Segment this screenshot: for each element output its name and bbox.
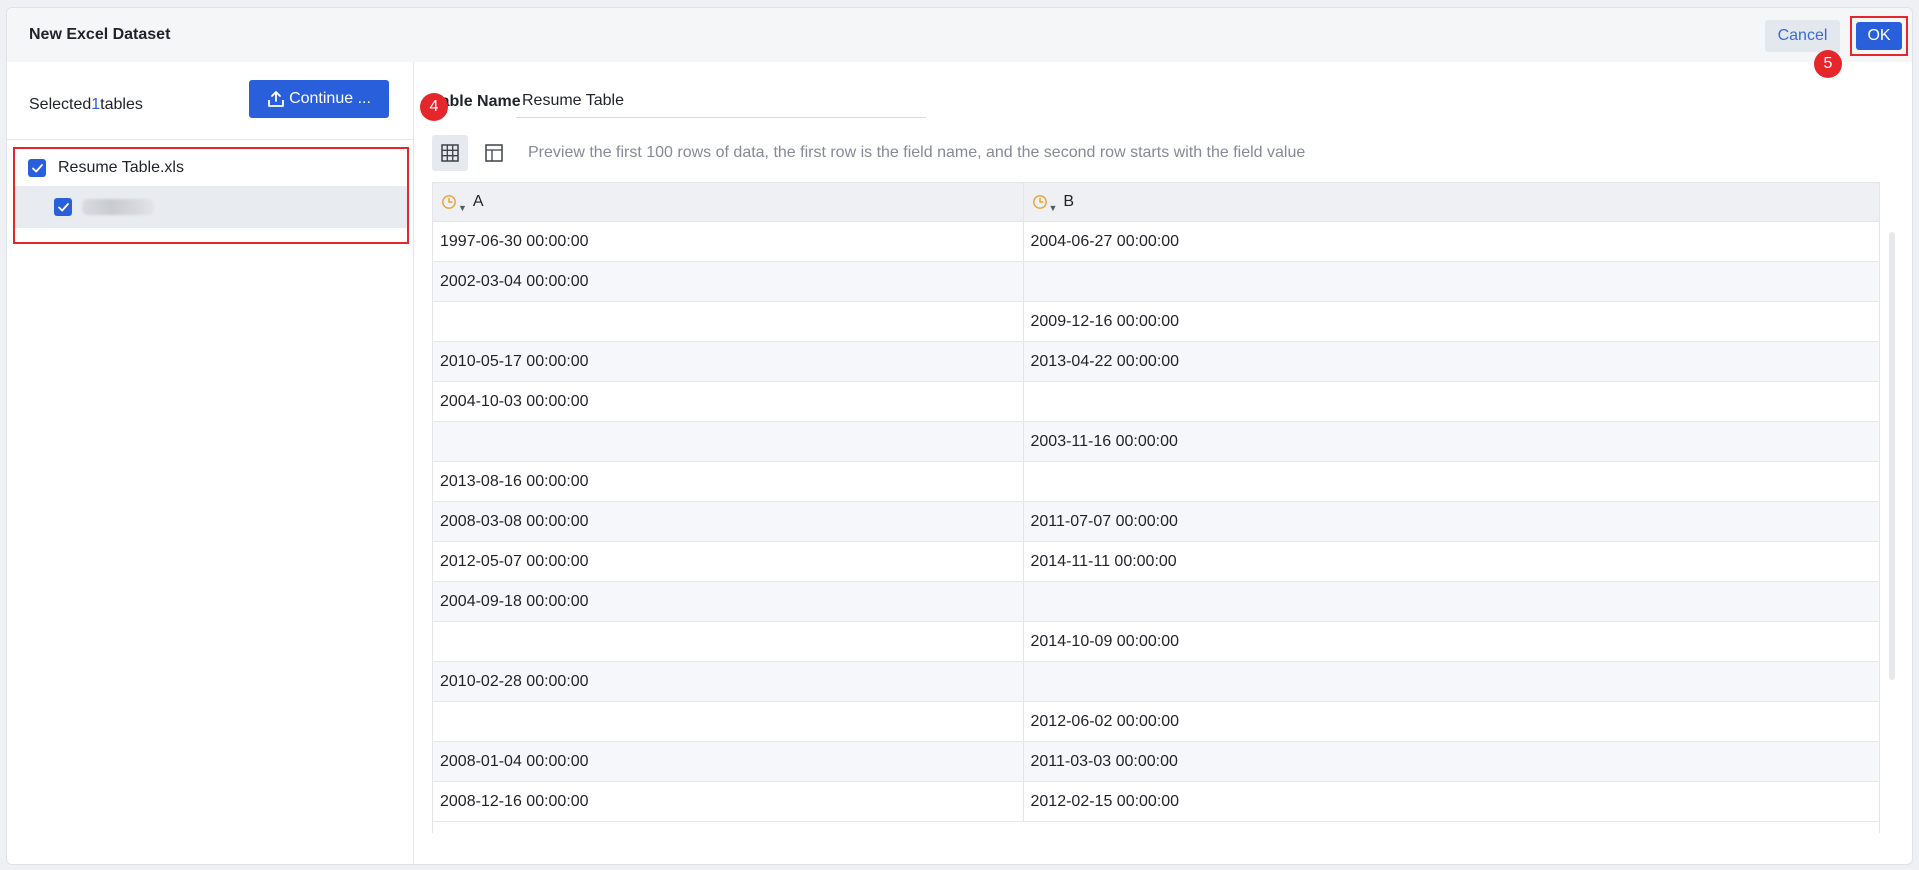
column-header-b[interactable]: ▼ B xyxy=(1023,183,1879,222)
grid-icon xyxy=(441,144,459,162)
selected-prefix: Selected xyxy=(29,96,92,113)
table-cell: 2012-06-02 00:00:00 xyxy=(1023,701,1879,742)
grid-view-button[interactable] xyxy=(432,135,468,171)
sheet-name-redacted xyxy=(82,199,154,215)
table-row: 1997-06-30 00:00:00 2004-06-27 00:00:00 xyxy=(433,221,1879,262)
column-name: A xyxy=(472,193,484,210)
table-cell: 2003-11-16 00:00:00 xyxy=(1023,421,1879,462)
table-row: 2002-03-04 00:00:00 xyxy=(433,261,1879,302)
file-tree-highlight-frame: Resume Table.xls xyxy=(13,147,409,244)
sheet-checkbox[interactable] xyxy=(54,198,72,216)
column-name: B xyxy=(1063,193,1075,210)
table-row: 2012-06-02 00:00:00 xyxy=(433,701,1879,742)
table-cell: 2014-11-11 00:00:00 xyxy=(1023,541,1879,582)
table-cell: 2008-12-16 00:00:00 xyxy=(433,781,1024,822)
table-name-input[interactable] xyxy=(516,84,926,118)
checkmark-icon xyxy=(57,202,69,211)
table-row: 2014-10-09 00:00:00 xyxy=(433,621,1879,662)
table-cell xyxy=(1023,661,1879,702)
table-cell: 2012-02-15 00:00:00 xyxy=(1023,781,1879,822)
continue-upload-button[interactable]: Continue ... xyxy=(249,80,389,118)
layout-icon xyxy=(485,144,503,162)
cancel-button[interactable]: Cancel xyxy=(1765,20,1840,52)
table-cell xyxy=(1023,381,1879,422)
header-row: ▼ A ▼ B xyxy=(433,183,1879,222)
data-preview-grid: ▼ A ▼ B 1997-06-30 00:00:00 2004-06-27 00:00… xyxy=(432,182,1880,833)
file-checkbox[interactable] xyxy=(28,159,46,177)
caret-down-icon: ▼ xyxy=(1048,203,1058,213)
table-cell xyxy=(433,701,1024,742)
table-cell xyxy=(1023,581,1879,622)
upload-icon xyxy=(268,91,284,107)
table-selection-panel: Selected1tables Continue ... Resume Tabl… xyxy=(7,62,414,864)
step-badge-4: 4 xyxy=(420,93,448,121)
preview-panel: Table Name Preview the first 100 rows of… xyxy=(414,62,1912,864)
column-header-content: ▼ B xyxy=(1032,193,1871,213)
checkmark-icon xyxy=(31,163,43,172)
clock-icon[interactable]: ▼ xyxy=(441,194,467,213)
tree-item-sheet[interactable] xyxy=(15,186,407,228)
selected-suffix: tables xyxy=(100,96,143,113)
table-cell: 2002-03-04 00:00:00 xyxy=(433,261,1024,302)
continue-label: Continue ... xyxy=(289,90,371,107)
table-row: 2008-03-08 00:00:00 2011-07-07 00:00:00 xyxy=(433,501,1879,542)
table-cell: 2010-02-28 00:00:00 xyxy=(433,661,1024,702)
table-cell xyxy=(1023,461,1879,502)
table-row: 2009-12-16 00:00:00 xyxy=(433,301,1879,342)
clock-icon[interactable]: ▼ xyxy=(1032,194,1058,213)
table-cell xyxy=(1023,261,1879,302)
table-cell xyxy=(433,621,1024,662)
dialog-header: New Excel Dataset Cancel OK xyxy=(7,8,1912,62)
table-row: 2008-01-04 00:00:00 2011-03-03 00:00:00 xyxy=(433,741,1879,782)
divider xyxy=(7,139,413,140)
table-cell xyxy=(433,301,1024,342)
table-cell: 2004-06-27 00:00:00 xyxy=(1023,221,1879,262)
table-row: 2012-05-07 00:00:00 2014-11-11 00:00:00 xyxy=(433,541,1879,582)
table-cell: 2008-01-04 00:00:00 xyxy=(433,741,1024,782)
table-cell: 2009-12-16 00:00:00 xyxy=(1023,301,1879,342)
table-cell: 2012-05-07 00:00:00 xyxy=(433,541,1024,582)
column-header-content: ▼ A xyxy=(441,193,1015,213)
table-cell: 2011-03-03 00:00:00 xyxy=(1023,741,1879,782)
dialog-title: New Excel Dataset xyxy=(29,26,171,43)
vertical-scrollbar[interactable] xyxy=(1889,232,1895,680)
table-row: 2004-09-18 00:00:00 xyxy=(433,581,1879,622)
selected-tables-count: Selected1tables xyxy=(29,96,143,114)
selected-count: 1 xyxy=(91,96,101,113)
table-cell: 2013-08-16 00:00:00 xyxy=(433,461,1024,502)
tree-item-file[interactable]: Resume Table.xls xyxy=(15,151,407,185)
ok-highlight-frame: OK xyxy=(1850,16,1908,56)
table-cell: 2014-10-09 00:00:00 xyxy=(1023,621,1879,662)
table-cell: 2004-09-18 00:00:00 xyxy=(433,581,1024,622)
table-body: 1997-06-30 00:00:00 2004-06-27 00:00:00 20… xyxy=(433,221,1879,822)
new-excel-dataset-dialog: New Excel Dataset Cancel OK 5 Selected1t… xyxy=(6,7,1913,865)
data-table: ▼ A ▼ B 1997-06-30 00:00:00 2004-06-27 00:00… xyxy=(433,183,1879,822)
table-cell xyxy=(433,421,1024,462)
table-cell: 2004-10-03 00:00:00 xyxy=(433,381,1024,422)
table-cell: 1997-06-30 00:00:00 xyxy=(433,221,1024,262)
table-row: 2010-05-17 00:00:00 2013-04-22 00:00:00 xyxy=(433,341,1879,382)
table-row: 2008-12-16 00:00:00 2012-02-15 00:00:00 xyxy=(433,781,1879,822)
table-cell: 2010-05-17 00:00:00 xyxy=(433,341,1024,382)
table-row: 2003-11-16 00:00:00 xyxy=(433,421,1879,462)
table-row: 2013-08-16 00:00:00 xyxy=(433,461,1879,502)
file-name: Resume Table.xls xyxy=(58,159,184,176)
preview-hint: Preview the first 100 rows of data, the … xyxy=(528,144,1306,161)
table-cell: 2011-07-07 00:00:00 xyxy=(1023,501,1879,542)
caret-down-icon: ▼ xyxy=(458,203,467,213)
column-header-a[interactable]: ▼ A xyxy=(433,183,1024,222)
layout-view-button[interactable] xyxy=(476,135,512,171)
table-cell: 2008-03-08 00:00:00 xyxy=(433,501,1024,542)
table-cell: 2013-04-22 00:00:00 xyxy=(1023,341,1879,382)
table-row: 2010-02-28 00:00:00 xyxy=(433,661,1879,702)
table-row: 2004-10-03 00:00:00 xyxy=(433,381,1879,422)
ok-button[interactable]: OK xyxy=(1856,22,1902,50)
